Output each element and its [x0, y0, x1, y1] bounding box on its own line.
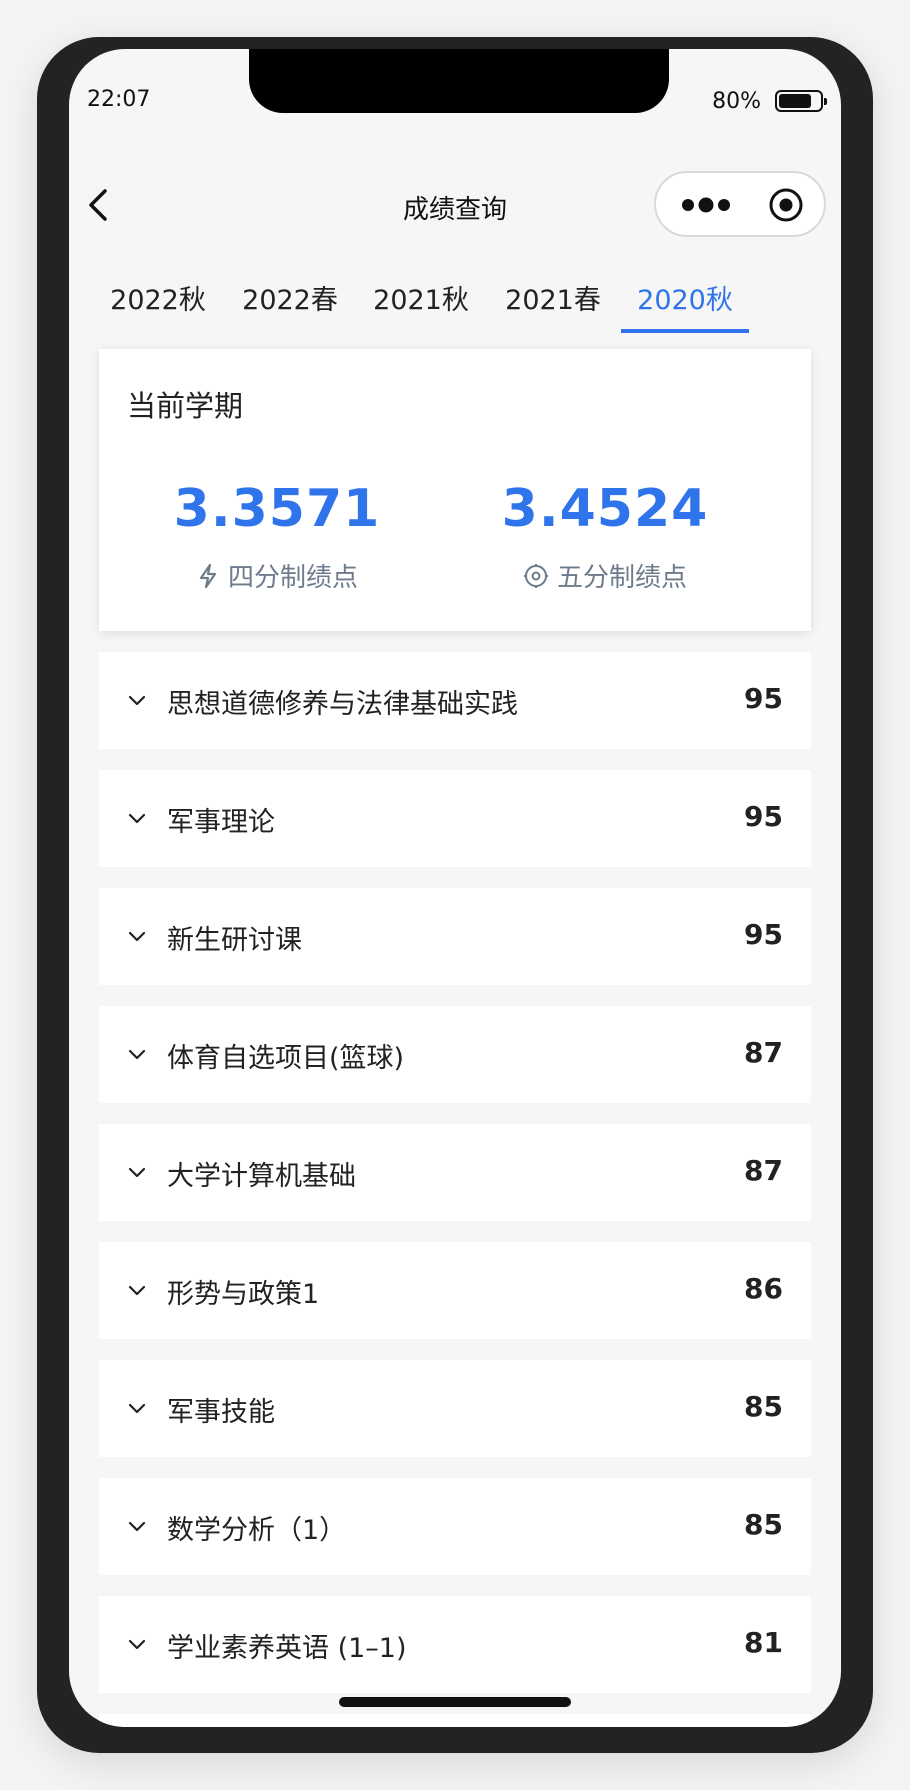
chevron-down-icon: [128, 1403, 146, 1414]
gpa4-block: 3.3571 四分制绩点: [99, 479, 455, 594]
phone-frame: 22:07 80% 成绩查询 2022秋 2022春 2021秋 2021春 2…: [37, 37, 873, 1753]
tab-indicator: [621, 329, 749, 333]
course-name: 军事技能: [167, 1397, 275, 1428]
chevron-down-icon: [128, 813, 146, 824]
course-score: 95: [744, 918, 783, 951]
course-row[interactable]: 数学分析（1） 85: [99, 1478, 811, 1575]
chevron-down-icon: [128, 1049, 146, 1060]
tab-2021-spring[interactable]: 2021春: [488, 271, 618, 351]
lightning-icon: [199, 563, 217, 588]
course-row[interactable]: 思想道德修养与法律基础实践 95: [99, 652, 811, 749]
course-score: 87: [744, 1036, 783, 1069]
course-row[interactable]: 大学计算机基础 87: [99, 1124, 811, 1221]
screen: 22:07 80% 成绩查询 2022秋 2022春 2021秋 2021春 2…: [69, 49, 841, 1727]
course-row[interactable]: 形势与政策1 86: [99, 1242, 811, 1339]
mini-program-capsule: [654, 171, 826, 237]
course-score: 85: [744, 1390, 783, 1423]
tab-2022-spring[interactable]: 2022春: [225, 271, 355, 351]
chevron-down-icon: [128, 1285, 146, 1296]
course-score: 87: [744, 1154, 783, 1187]
tab-2022-autumn[interactable]: 2022秋: [93, 271, 223, 351]
gpa5-label-row: 五分制绩点: [427, 557, 783, 594]
course-score: 85: [744, 1508, 783, 1541]
target-icon: [523, 563, 548, 588]
battery-icon: [775, 90, 827, 112]
notch: [249, 49, 669, 113]
gpa5-block: 3.4524 五分制绩点: [427, 479, 783, 594]
status-time: 22:07: [87, 87, 151, 112]
course-name: 大学计算机基础: [167, 1161, 356, 1192]
close-button[interactable]: [768, 187, 804, 223]
course-row-partial[interactable]: [99, 1714, 811, 1727]
gpa5-value: 3.4524: [501, 479, 709, 539]
course-row[interactable]: 体育自选项目(篮球) 87: [99, 1006, 811, 1103]
chevron-down-icon: [128, 1167, 146, 1178]
course-row[interactable]: 学业素养英语 (1–1) 81: [99, 1596, 811, 1693]
gpa4-label: 四分制绩点: [227, 563, 358, 593]
course-row[interactable]: 军事理论 95: [99, 770, 811, 867]
course-name: 体育自选项目(篮球): [167, 1043, 405, 1074]
chevron-down-icon: [128, 931, 146, 942]
course-name: 思想道德修养与法律基础实践: [167, 689, 518, 720]
gpa-summary-card: 当前学期 3.3571 四分制绩点 3.4524 五分制绩点: [99, 349, 811, 631]
course-score: 81: [744, 1626, 783, 1659]
course-row[interactable]: 新生研讨课 95: [99, 888, 811, 985]
tab-2020-autumn[interactable]: 2020秋: [620, 271, 750, 351]
course-score: 86: [744, 1272, 783, 1305]
target-circle-icon: [769, 188, 803, 222]
course-name: 数学分析（1）: [167, 1515, 347, 1546]
chevron-down-icon: [128, 1639, 146, 1650]
course-name: 形势与政策1: [167, 1279, 320, 1310]
more-dots-icon: [682, 197, 730, 213]
gpa5-label: 五分制绩点: [556, 563, 687, 593]
course-name: 学业素养英语 (1–1): [167, 1633, 407, 1664]
chevron-down-icon: [128, 695, 146, 706]
course-name: 军事理论: [167, 807, 275, 838]
navbar: 成绩查询: [69, 159, 841, 251]
course-score: 95: [744, 800, 783, 833]
gpa4-label-row: 四分制绩点: [99, 557, 455, 594]
summary-title: 当前学期: [127, 389, 244, 423]
course-row[interactable]: 军事技能 85: [99, 1360, 811, 1457]
semester-tabs: 2022秋 2022春 2021秋 2021春 2020秋: [69, 271, 841, 351]
chevron-down-icon: [128, 1521, 146, 1532]
home-indicator: [339, 1697, 571, 1707]
course-score: 95: [744, 682, 783, 715]
gpa4-value: 3.3571: [173, 479, 381, 539]
battery-fill: [779, 94, 811, 108]
battery-percent: 80%: [712, 89, 761, 114]
course-name: 新生研讨课: [167, 925, 302, 956]
tab-2021-autumn[interactable]: 2021秋: [356, 271, 486, 351]
more-button[interactable]: [676, 189, 740, 221]
